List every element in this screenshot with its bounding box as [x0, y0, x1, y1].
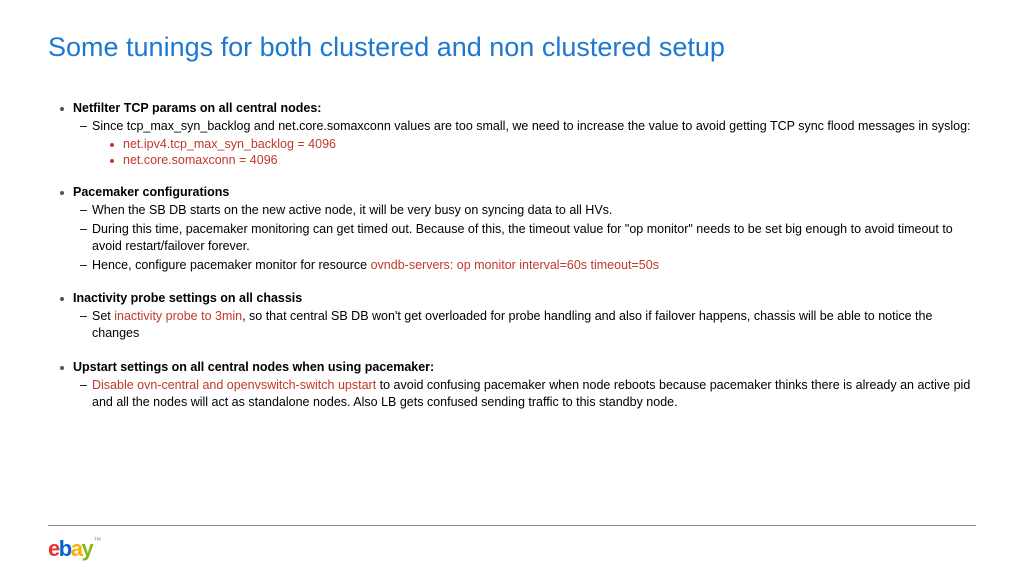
section-heading: Pacemaker configurations — [60, 185, 976, 199]
section: Inactivity probe settings on all chassis… — [60, 291, 976, 342]
logo-letter-y: y — [81, 536, 92, 561]
sub-item: –Since tcp_max_syn_backlog and net.core.… — [80, 118, 976, 135]
subsub-item-text: net.ipv4.tcp_max_syn_backlog = 4096 — [123, 137, 336, 151]
section-heading-text: Upstart settings on all central nodes wh… — [73, 360, 434, 374]
logo-trademark: ™ — [93, 536, 101, 545]
logo-letter-b: b — [59, 536, 71, 561]
slide-body: Netfilter TCP params on all central node… — [0, 63, 1024, 411]
logo-letter-e: e — [48, 536, 59, 561]
bullet-icon — [110, 143, 114, 147]
dash-icon: – — [80, 257, 92, 274]
sub-item-text: Hence, configure pacemaker monitor for r… — [92, 257, 659, 274]
sub-item-text: During this time, pacemaker monitoring c… — [92, 221, 976, 255]
dash-icon: – — [80, 221, 92, 238]
sub-item: –Disable ovn-central and openvswitch-swi… — [80, 377, 976, 411]
bullet-icon — [60, 191, 64, 195]
bullet-icon — [60, 366, 64, 370]
section-heading-text: Pacemaker configurations — [73, 185, 229, 199]
sub-item-text: Set inactivity probe to 3min, so that ce… — [92, 308, 976, 342]
section: Pacemaker configurations–When the SB DB … — [60, 185, 976, 274]
dash-icon: – — [80, 118, 92, 135]
section-heading: Netfilter TCP params on all central node… — [60, 101, 976, 115]
sub-item-text: Since tcp_max_syn_backlog and net.core.s… — [92, 118, 971, 135]
section-heading: Upstart settings on all central nodes wh… — [60, 360, 976, 374]
logo-letter-a: a — [71, 536, 82, 561]
sub-item: –Set inactivity probe to 3min, so that c… — [80, 308, 976, 342]
sub-item: –Hence, configure pacemaker monitor for … — [80, 257, 976, 274]
section-heading-text: Netfilter TCP params on all central node… — [73, 101, 321, 115]
subsub-item: net.core.somaxconn = 4096 — [110, 153, 976, 167]
dash-icon: – — [80, 308, 92, 325]
section-heading: Inactivity probe settings on all chassis — [60, 291, 976, 305]
sub-item-text: Disable ovn-central and openvswitch-swit… — [92, 377, 976, 411]
subsub-item-text: net.core.somaxconn = 4096 — [123, 153, 278, 167]
subsub-item: net.ipv4.tcp_max_syn_backlog = 4096 — [110, 137, 976, 151]
sub-item: –When the SB DB starts on the new active… — [80, 202, 976, 219]
ebay-logo: ebay™ — [48, 536, 101, 562]
dash-icon: – — [80, 202, 92, 219]
section: Upstart settings on all central nodes wh… — [60, 360, 976, 411]
bullet-icon — [110, 159, 114, 163]
section-heading-text: Inactivity probe settings on all chassis — [73, 291, 302, 305]
bullet-icon — [60, 297, 64, 301]
footer-divider — [48, 525, 976, 526]
bullet-icon — [60, 107, 64, 111]
sub-item: – During this time, pacemaker monitoring… — [80, 221, 976, 255]
slide-title: Some tunings for both clustered and non … — [0, 0, 1024, 63]
dash-icon: – — [80, 377, 92, 394]
sub-item-text: When the SB DB starts on the new active … — [92, 202, 612, 219]
section: Netfilter TCP params on all central node… — [60, 101, 976, 167]
